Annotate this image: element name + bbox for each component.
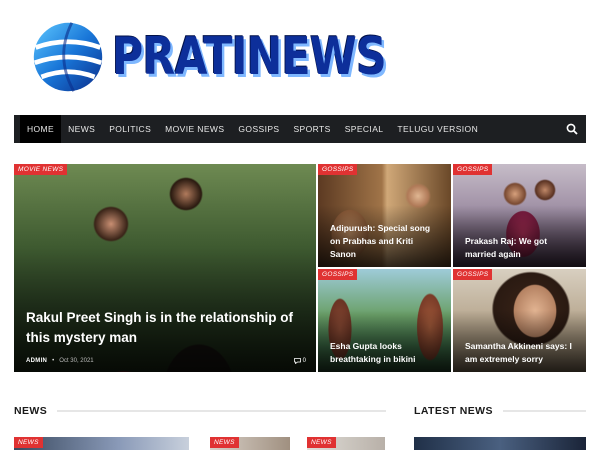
comments-number: 0 (302, 358, 306, 364)
tile-title[interactable]: Adipurush: Special song on Prabhas and K… (330, 222, 441, 261)
category-badge[interactable]: GOSSIPS (318, 269, 358, 280)
news-section-title: NEWS (14, 405, 48, 417)
nav-item-sports[interactable]: SPORTS (286, 115, 337, 143)
tile-title[interactable]: Prakash Raj: We got married again (465, 235, 576, 261)
nav-item-gossips[interactable]: GOSSIPS (231, 115, 286, 143)
nav-item-politics[interactable]: POLITICS (102, 115, 158, 143)
news-thumb-3[interactable]: NEWS (307, 437, 385, 450)
category-badge[interactable]: MOVIE NEWS (14, 164, 68, 175)
post-date: Oct 30, 2021 (59, 358, 94, 364)
latest-news-section-header: LATEST NEWS (414, 404, 586, 418)
featured-tile-4[interactable]: GOSSIPS Samantha Akkineni says: I am ext… (453, 269, 586, 372)
nav-item-news[interactable]: NEWS (61, 115, 102, 143)
category-badge[interactable]: GOSSIPS (453, 269, 493, 280)
logo-wordmark: PRATINEWS (112, 27, 387, 87)
nav-item-telugu-version[interactable]: TELUGU VERSION (390, 115, 485, 143)
featured-main-card[interactable]: MOVIE NEWS Rakul Preet Singh is in the r… (14, 164, 316, 372)
nav-item-home[interactable]: HOME (20, 115, 62, 143)
category-badge[interactable]: NEWS (14, 437, 43, 448)
comment-icon (293, 358, 301, 364)
featured-grid: MOVIE NEWS Rakul Preet Singh is in the r… (14, 164, 586, 372)
post-author[interactable]: ADMIN (26, 358, 47, 364)
latest-news-section-title: LATEST NEWS (414, 405, 493, 417)
featured-tile-2[interactable]: GOSSIPS Prakash Raj: We got married agai… (453, 164, 586, 267)
news-section-header: NEWS (14, 404, 386, 418)
category-badge[interactable]: NEWS (307, 437, 336, 448)
globe-logo-icon (33, 22, 103, 92)
section-divider (57, 410, 386, 412)
latest-news-thumb[interactable] (414, 437, 586, 450)
category-badge[interactable]: GOSSIPS (453, 164, 493, 175)
tile-title[interactable]: Samantha Akkineni says: I am extremely s… (465, 340, 576, 366)
featured-main-title[interactable]: Rakul Preet Singh is in the relationship… (26, 308, 306, 348)
category-badge[interactable]: GOSSIPS (318, 164, 358, 175)
section-divider (502, 410, 586, 412)
nav-item-movie-news[interactable]: MOVIE NEWS (158, 115, 231, 143)
comments-count[interactable]: 0 (293, 358, 306, 364)
featured-tile-3[interactable]: GOSSIPS Esha Gupta looks breathtaking in… (318, 269, 451, 372)
tile-title[interactable]: Esha Gupta looks breathtaking in bikini (330, 340, 441, 366)
site-logo[interactable]: PRATINEWS (30, 18, 446, 96)
category-badge[interactable]: NEWS (210, 437, 239, 448)
post-meta: ADMIN • Oct 30, 2021 0 (26, 358, 306, 364)
news-thumb-1[interactable]: NEWS (14, 437, 189, 450)
nav-item-special[interactable]: SPECIAL (338, 115, 391, 143)
news-thumb-2[interactable]: NEWS (210, 437, 290, 450)
featured-tile-1[interactable]: GOSSIPS Adipurush: Special song on Prabh… (318, 164, 451, 267)
search-icon[interactable] (566, 123, 578, 135)
main-nav: HOME NEWS POLITICS MOVIE NEWS GOSSIPS SP… (14, 115, 586, 143)
